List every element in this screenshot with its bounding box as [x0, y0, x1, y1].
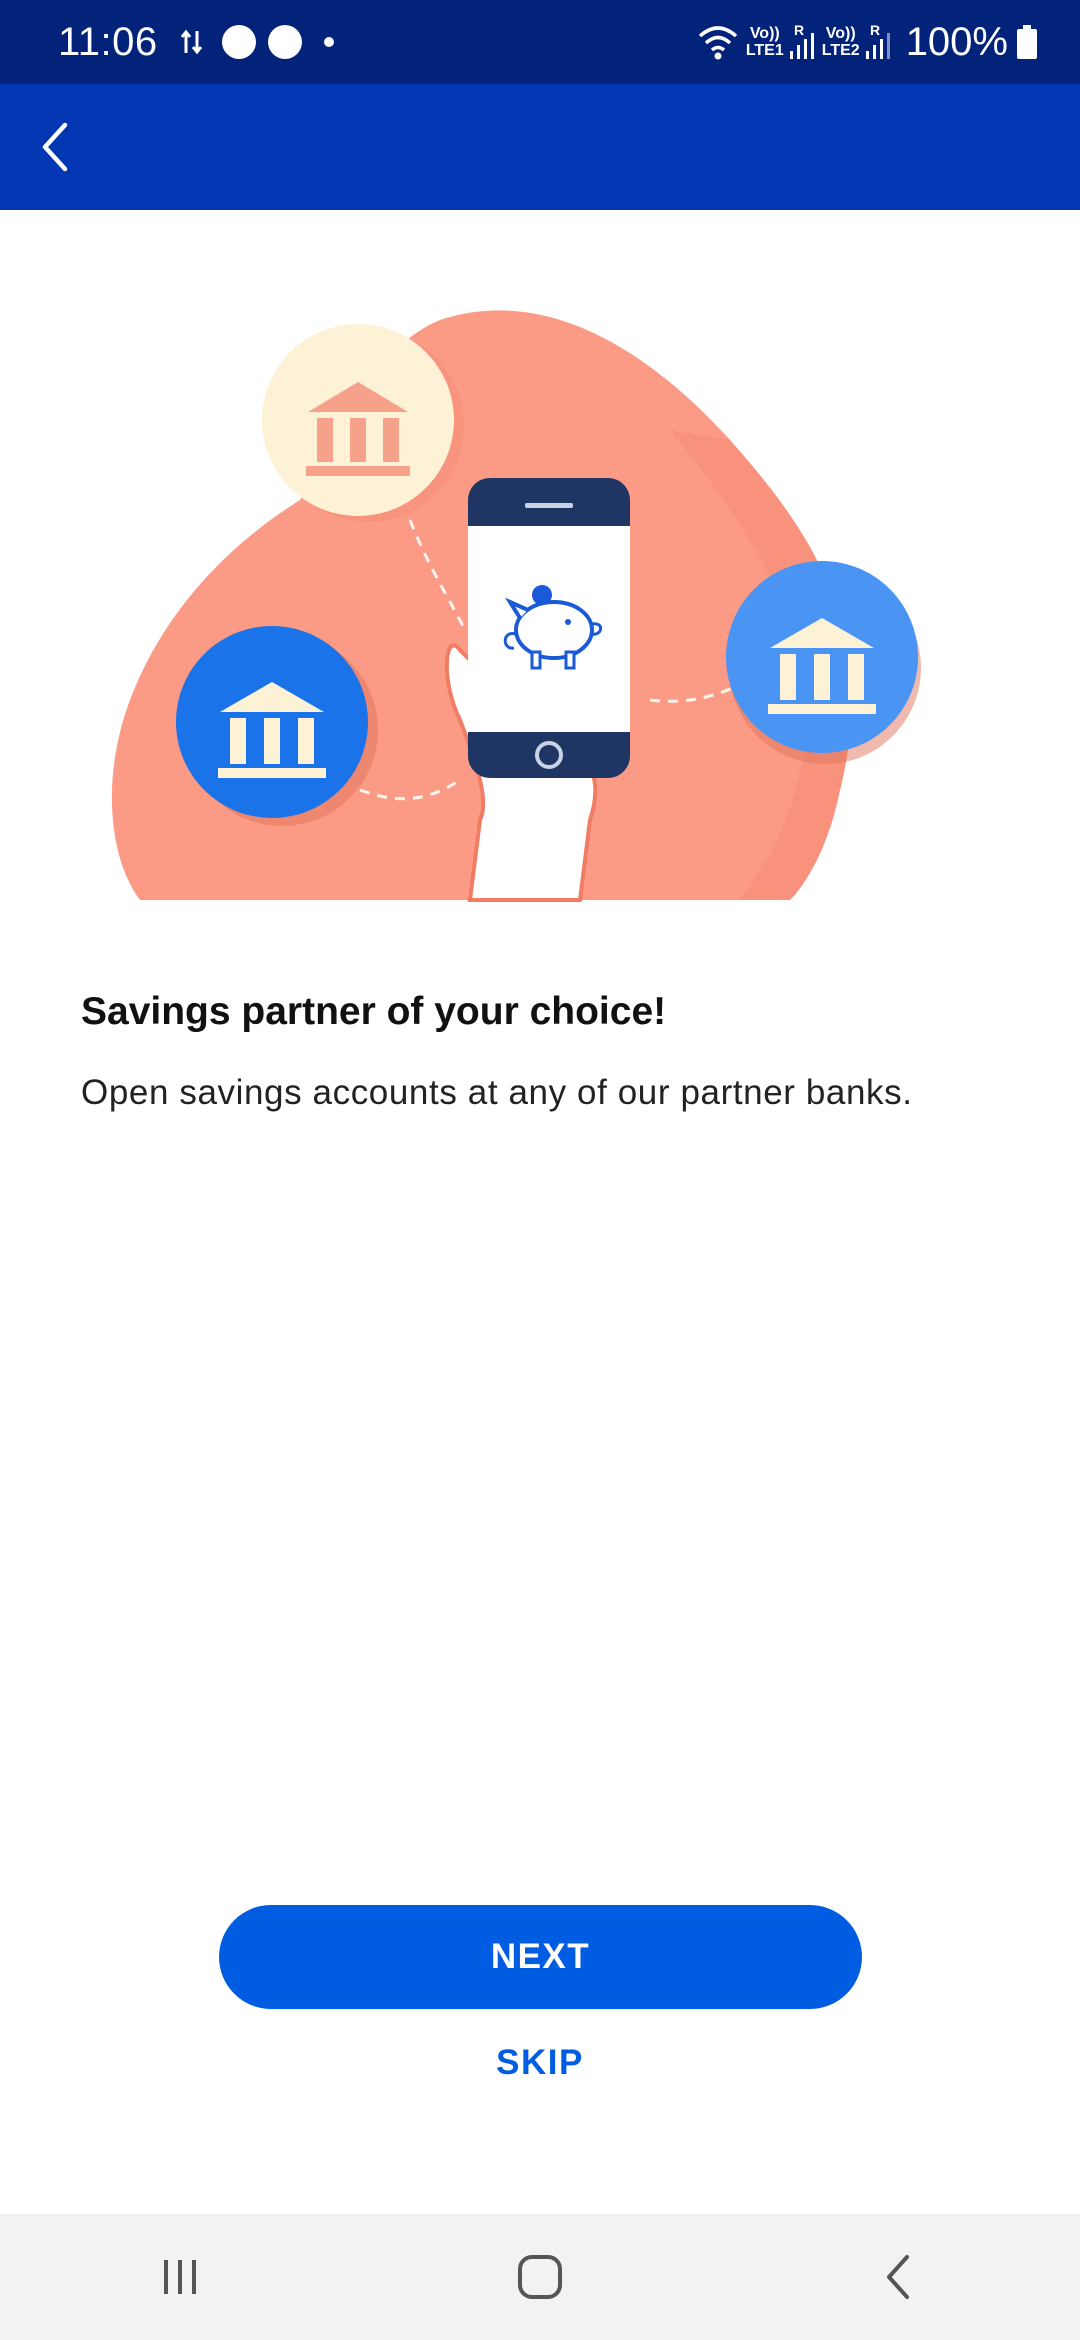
app-bar — [0, 84, 1080, 210]
svg-text:R: R — [794, 23, 804, 38]
sim2-label: Vo)) LTE2 — [821, 25, 860, 59]
battery-icon — [1016, 24, 1038, 60]
home-icon — [518, 2255, 562, 2299]
signal-icon: R — [788, 23, 816, 61]
recent-apps-button[interactable] — [120, 2227, 240, 2327]
back-icon — [887, 2255, 909, 2299]
wifi-icon — [696, 24, 740, 60]
back-button[interactable] — [20, 112, 90, 182]
chevron-left-icon — [42, 122, 68, 172]
skip-button[interactable]: SKIP — [440, 2030, 640, 2096]
recent-apps-icon — [164, 2260, 196, 2294]
system-back-button[interactable] — [840, 2227, 960, 2327]
onboarding-subtitle: Open savings accounts at any of our part… — [81, 1073, 913, 1112]
notification-app-icon — [267, 25, 302, 59]
status-time: 11:06 — [58, 19, 158, 64]
sim1-label: Vo)) LTE1 — [745, 25, 784, 59]
svg-text:R: R — [870, 23, 880, 38]
more-notifications-dot — [323, 37, 334, 47]
status-bar: 11:06 Vo)) LTE1 R Vo)) LTE2 R 100% — [0, 0, 1080, 84]
next-button[interactable]: NEXT — [219, 1905, 862, 2009]
home-button[interactable] — [480, 2227, 600, 2327]
partner-banks-illustration — [111, 310, 921, 902]
notification-app-icon — [221, 25, 256, 59]
signal-icon: R — [864, 23, 892, 61]
onboarding-title: Savings partner of your choice! — [81, 990, 667, 1033]
bank-icon — [726, 561, 921, 764]
battery-percentage: 100% — [905, 19, 1008, 64]
data-transfer-icon — [180, 27, 204, 57]
system-navigation-bar — [0, 2214, 1080, 2340]
